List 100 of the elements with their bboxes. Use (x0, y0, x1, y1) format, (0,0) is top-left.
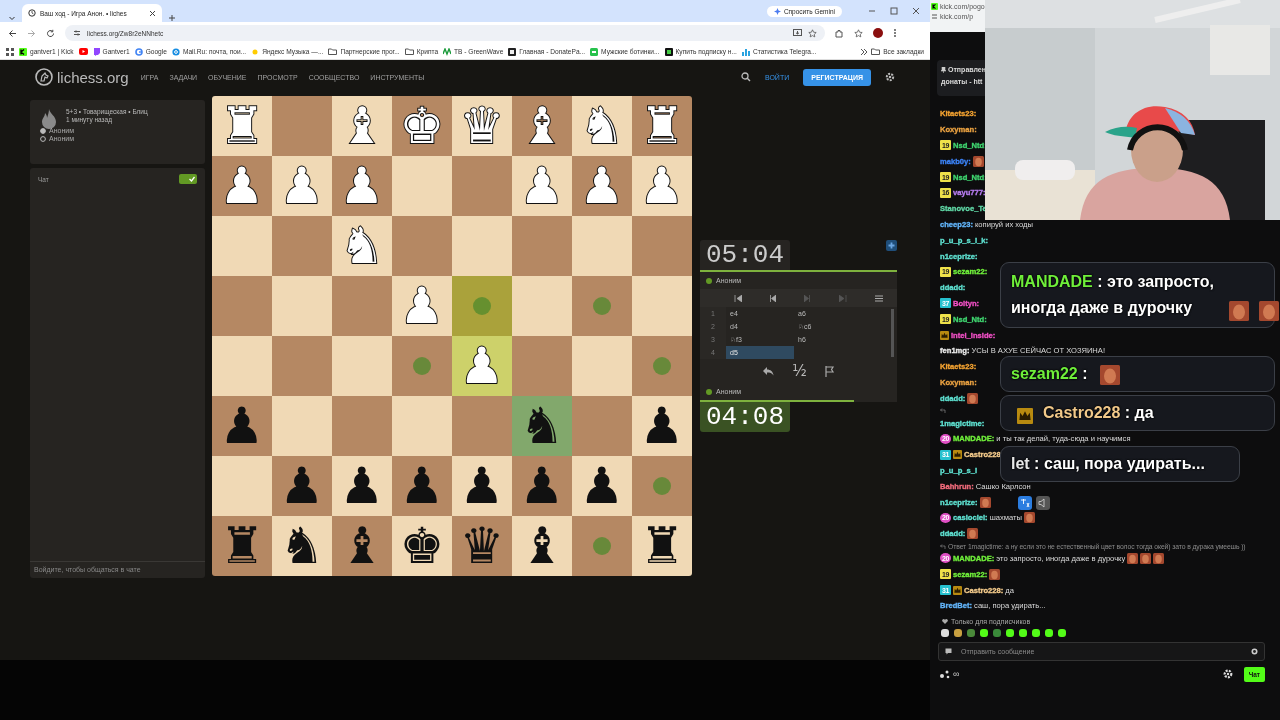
chess-piece[interactable]: ♛ (459, 516, 505, 576)
apps-icon[interactable] (6, 47, 14, 56)
speaker-icon[interactable] (1036, 496, 1050, 510)
heart-icon (942, 618, 948, 624)
chart-icon (741, 47, 750, 56)
flame-icon (40, 108, 58, 130)
chevron-down-icon[interactable] (8, 14, 16, 22)
crown-icon (953, 450, 962, 460)
close-icon[interactable] (912, 7, 920, 15)
chess-piece[interactable]: ♟ (399, 456, 445, 516)
chess-piece[interactable]: ♝ (519, 516, 565, 576)
face-emote-icon (1259, 301, 1279, 321)
reply-icon (940, 408, 946, 414)
chat-icon (945, 647, 952, 655)
at-icon (171, 47, 180, 56)
emote-icon[interactable] (1057, 627, 1067, 638)
knight-icon (35, 68, 53, 86)
face-emote-icon (1229, 301, 1249, 321)
emote-icon[interactable] (1031, 627, 1041, 638)
kick-icon (19, 47, 27, 56)
chess-piece[interactable]: ♟ (579, 456, 625, 516)
folder-icon (871, 48, 881, 55)
play-icon (78, 48, 88, 55)
chess-piece[interactable]: ♚ (399, 516, 445, 576)
donate-icon (508, 47, 517, 56)
chess-piece[interactable]: ♞ (519, 396, 565, 456)
star-list-icon[interactable] (854, 28, 863, 38)
folder-icon (328, 48, 338, 55)
game-clock: 04:08 (700, 402, 790, 432)
tune-icon[interactable] (73, 29, 81, 37)
settings-icon[interactable] (885, 72, 895, 82)
plus-icon[interactable] (886, 240, 897, 251)
game-clock: 05:04 (700, 240, 790, 270)
more-icon[interactable] (893, 28, 897, 38)
reply-icon (940, 543, 946, 549)
maximize-icon[interactable] (890, 7, 898, 15)
face-emote-icon (979, 496, 991, 508)
shoe-icon (590, 47, 599, 56)
emoji-icon[interactable] (1251, 647, 1258, 655)
plus-icon[interactable] (168, 14, 176, 22)
avatar-icon[interactable] (873, 28, 883, 38)
emote-icon[interactable] (940, 627, 950, 638)
tune-icon (931, 13, 938, 20)
emote-icon[interactable] (979, 627, 989, 638)
chess-piece[interactable]: ♜ (639, 516, 685, 576)
bookmark-link[interactable] (78, 48, 88, 55)
star-icon[interactable] (808, 28, 817, 38)
chess-piece[interactable]: ♟ (639, 396, 685, 456)
menu-icon[interactable] (874, 294, 883, 302)
chess-piece[interactable]: ♞ (279, 516, 325, 576)
translate-icon[interactable] (1018, 496, 1032, 510)
search-icon[interactable] (741, 72, 751, 82)
first-icon[interactable] (734, 294, 743, 302)
face-emote-icon (1023, 512, 1035, 524)
emote-icon[interactable] (953, 627, 963, 638)
settings-icon[interactable] (1222, 669, 1233, 680)
chess-piece[interactable]: ♟ (459, 456, 505, 516)
folder-icon (404, 48, 414, 55)
nodes-icon[interactable] (940, 669, 950, 679)
face-emote-icon (1140, 552, 1152, 564)
overlay-message: MANDADE : это запросто, иногда даже в дурочку (1011, 272, 1215, 318)
wave-icon (443, 47, 452, 56)
chess-piece[interactable]: ♟ (519, 456, 565, 516)
face-emote-icon (967, 392, 979, 404)
scrollbar[interactable] (891, 309, 894, 357)
g-icon (134, 47, 143, 56)
pin-icon (941, 66, 946, 73)
draw-offer-button[interactable]: ½ (792, 362, 807, 380)
emote-icon[interactable] (1005, 627, 1015, 638)
chess-piece[interactable]: ♝ (339, 516, 385, 576)
chess-piece[interactable]: ♜ (219, 516, 265, 576)
back-icon[interactable] (8, 28, 17, 38)
overlay-message: Castro228 : да (1043, 403, 1154, 423)
emote-icon[interactable] (1044, 627, 1054, 638)
crown-icon (1017, 408, 1033, 424)
kick-icon (931, 3, 938, 10)
chevrons-icon (860, 47, 869, 56)
close-icon[interactable] (149, 9, 156, 17)
online-dot-icon (706, 388, 712, 395)
chat-icon (92, 47, 100, 56)
crown-icon (940, 330, 949, 340)
site-logo[interactable]: lichess.org (35, 68, 129, 86)
chess-piece[interactable]: ♟ (279, 456, 325, 516)
overlay-message: sezam22 : (1011, 364, 1088, 384)
undo-icon[interactable] (762, 366, 775, 376)
reload-icon[interactable] (46, 28, 55, 38)
face-emote-icon (1099, 365, 1120, 385)
chess-piece[interactable]: ♟ (339, 456, 385, 516)
emote-icon[interactable] (1018, 627, 1028, 638)
flag-icon[interactable] (824, 365, 835, 377)
face-emote-icon (989, 568, 1001, 580)
previous-icon[interactable] (770, 294, 777, 302)
viewer-count: ∞ (953, 669, 960, 680)
install-icon[interactable] (793, 29, 802, 37)
robot-icon (664, 47, 673, 56)
chess-piece[interactable]: ♟ (219, 396, 265, 456)
online-dot-icon (706, 277, 712, 284)
check-icon (188, 175, 196, 183)
clock-icon (28, 9, 36, 17)
chat-toggle[interactable] (179, 174, 197, 184)
